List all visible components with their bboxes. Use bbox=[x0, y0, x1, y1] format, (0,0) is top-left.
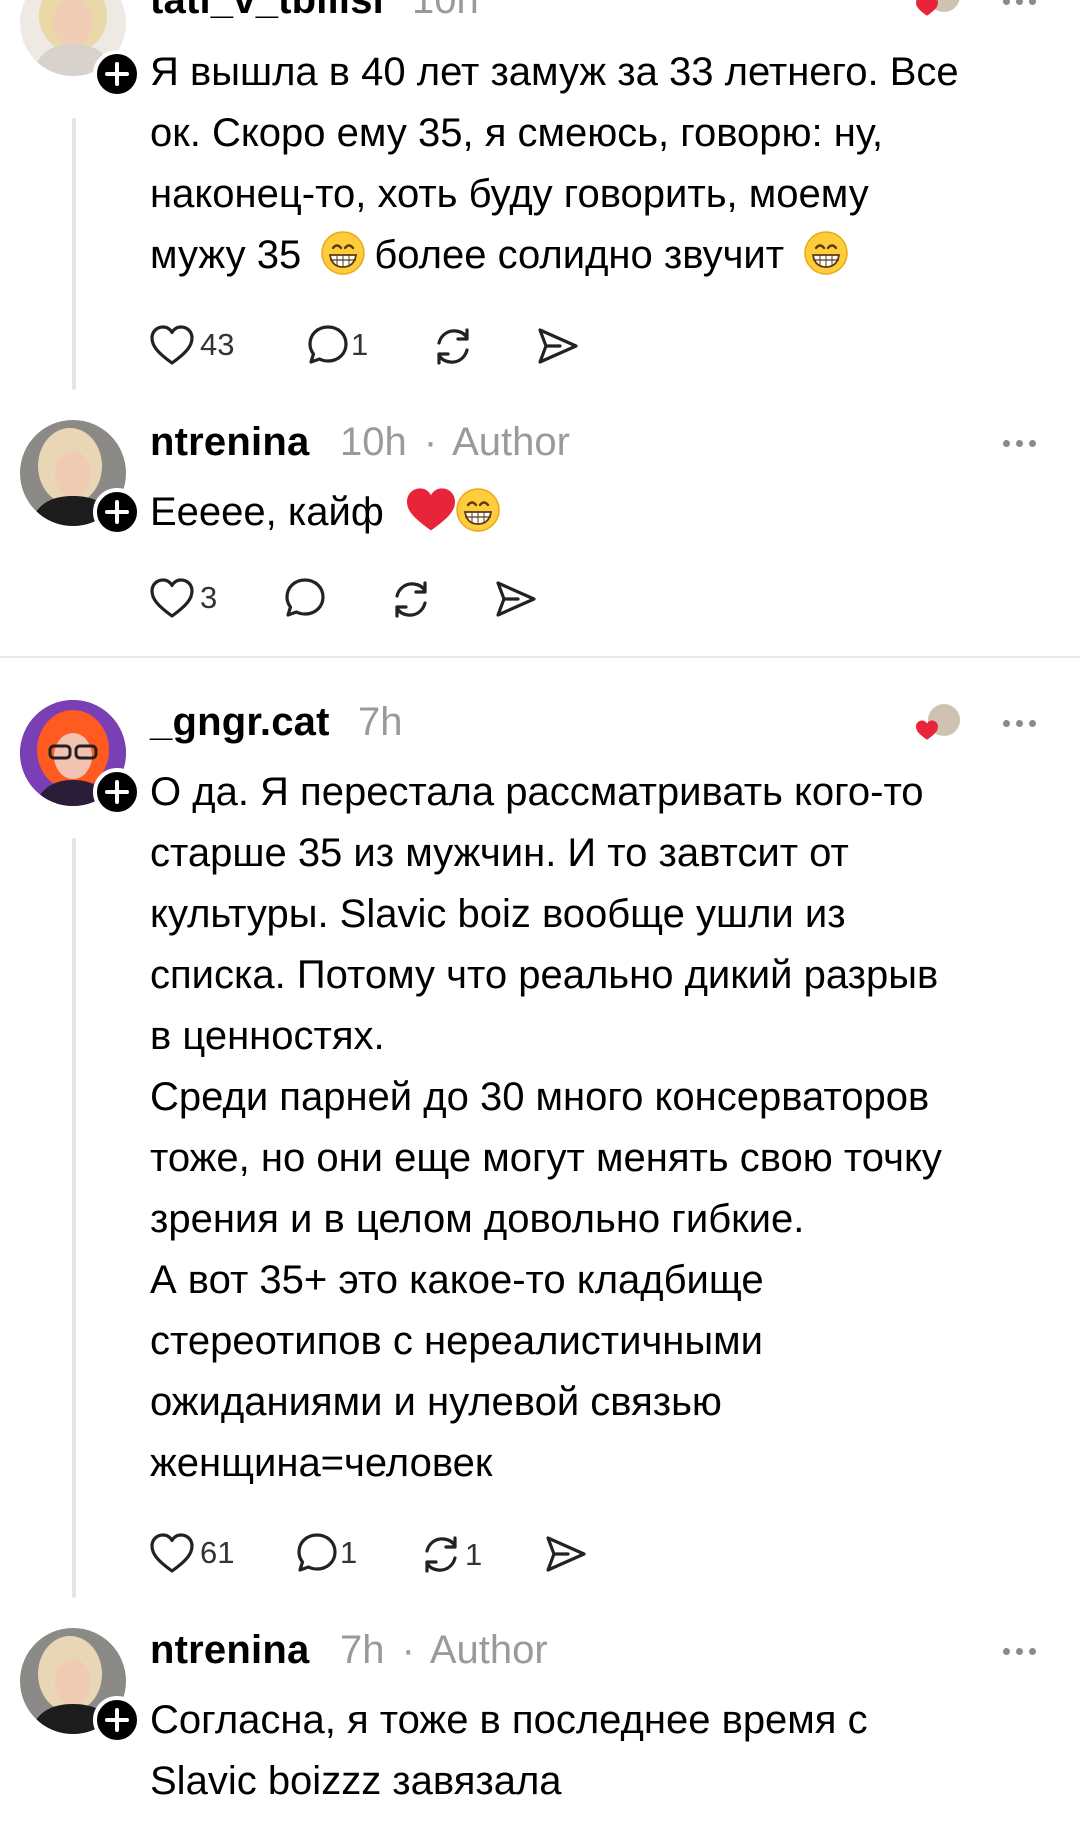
like-button[interactable]: 61 bbox=[150, 1533, 234, 1573]
timestamp: 7h · Author bbox=[340, 1628, 548, 1673]
comment-text: О да. Я перестала рассматривать кого-то … bbox=[150, 762, 1060, 1494]
username[interactable]: ntrenina bbox=[150, 1628, 309, 1673]
comment-line: мужу 35 bbox=[150, 233, 302, 277]
heart-outline-icon bbox=[150, 578, 194, 618]
more-dots-icon[interactable] bbox=[1003, 0, 1036, 5]
repost-button[interactable] bbox=[431, 326, 475, 367]
comment-line: списка. Потому что реально дикий разрыв bbox=[150, 953, 939, 997]
like-button[interactable]: 3 bbox=[150, 578, 217, 618]
red-heart-emoji bbox=[406, 488, 455, 531]
send-paper-plane-icon bbox=[546, 1536, 586, 1572]
comment-line: Slavic boizzz завязала bbox=[150, 1759, 562, 1803]
follow-plus-icon[interactable] bbox=[93, 50, 141, 98]
more-dots-icon[interactable] bbox=[1003, 720, 1036, 727]
like-count: 43 bbox=[200, 327, 235, 362]
like-button[interactable]: 43 bbox=[150, 325, 234, 365]
time-value: 7h bbox=[340, 1628, 385, 1672]
comment-line: культуры. Slavic boiz вообще ушли из bbox=[150, 892, 846, 936]
username[interactable]: ntrenina bbox=[150, 420, 309, 465]
author-liked-badge bbox=[912, 0, 964, 30]
comment-line: ожиданиями и нулевой связью bbox=[150, 1380, 722, 1424]
meta-separator: · bbox=[423, 420, 438, 464]
reply-button[interactable] bbox=[284, 577, 326, 618]
username[interactable]: tati_v_tbilisi bbox=[150, 0, 384, 23]
comment-line: О да. Я перестала рассматривать кого-то bbox=[150, 770, 924, 814]
repost-button[interactable]: 1 bbox=[419, 1534, 482, 1575]
follow-plus-icon[interactable] bbox=[93, 1696, 141, 1744]
comment-line: в ценностях. bbox=[150, 1014, 385, 1058]
comment-line: женщина=человек bbox=[150, 1441, 493, 1485]
username[interactable]: _gngr.cat bbox=[150, 700, 330, 745]
time-value: 10h bbox=[340, 420, 407, 464]
author-label: Author bbox=[452, 420, 570, 464]
comment-line: А вот 35+ это какое-то кладбище bbox=[150, 1258, 764, 1302]
repost-arrows-icon bbox=[425, 1536, 457, 1573]
heart-outline-icon bbox=[150, 325, 194, 365]
more-dots-icon[interactable] bbox=[1003, 1648, 1036, 1655]
timestamp: 7h bbox=[358, 700, 403, 744]
share-button[interactable] bbox=[536, 326, 580, 366]
reply-count: 1 bbox=[340, 1534, 358, 1570]
meta-separator: · bbox=[401, 1628, 415, 1672]
comment-bubble-icon bbox=[285, 578, 325, 617]
grinning-face-emoji bbox=[804, 230, 849, 276]
comment-text: Ееееe, кайф bbox=[150, 482, 1060, 543]
comment-line: более солидно звучит bbox=[374, 233, 785, 277]
grinning-face-emoji bbox=[321, 230, 366, 276]
reply-button[interactable]: 1 bbox=[296, 1532, 357, 1573]
comment-bubble-icon bbox=[308, 325, 348, 364]
follow-plus-icon[interactable] bbox=[93, 768, 141, 816]
repost-arrows-icon bbox=[437, 328, 469, 365]
comment-line: зрения и в целом довольно гибкие. bbox=[150, 1197, 805, 1241]
reply-button[interactable]: 1 bbox=[307, 324, 368, 365]
grinning-face-emoji bbox=[455, 487, 501, 533]
author-liked-badge bbox=[912, 700, 964, 752]
share-button[interactable] bbox=[494, 579, 538, 619]
comment-line: Согласна, я тоже в последнее время с bbox=[150, 1698, 868, 1742]
reply-count: 1 bbox=[351, 326, 369, 362]
thread-divider bbox=[0, 656, 1080, 658]
repost-count: 1 bbox=[465, 1536, 483, 1572]
comment-line: старше 35 из мужчин. И то завтсит от bbox=[150, 831, 849, 875]
comment-line: Ееееe, кайф bbox=[150, 490, 384, 534]
comment-text: Согласна, я тоже в последнее время с Sla… bbox=[150, 1690, 1060, 1812]
comment-line: стереотипов с нереалистичными bbox=[150, 1319, 763, 1363]
timestamp: 10h · Author bbox=[340, 420, 570, 465]
author-label: Author bbox=[429, 1628, 548, 1672]
heart-outline-icon bbox=[150, 1533, 194, 1573]
comment-line: ок. Скоро ему 35, я смеюсь, говорю: ну, bbox=[150, 111, 883, 155]
comment-line: Среди парней до 30 много консерваторов bbox=[150, 1075, 930, 1119]
share-button[interactable] bbox=[544, 1534, 588, 1574]
comment-text: Я вышла в 40 лет замуж за 33 летнего. Вс… bbox=[150, 42, 1060, 286]
like-count: 3 bbox=[200, 580, 218, 615]
comment-line: тоже, но они еще могут менять свою точку bbox=[150, 1136, 942, 1180]
like-count: 61 bbox=[200, 1535, 235, 1570]
comment-line: наконец-то, хоть буду говорить, моему bbox=[150, 172, 869, 216]
more-dots-icon[interactable] bbox=[1003, 440, 1036, 447]
comment-line: Я вышла в 40 лет замуж за 33 летнего. Вс… bbox=[150, 50, 959, 94]
send-paper-plane-icon bbox=[496, 581, 536, 617]
comment-bubble-icon bbox=[297, 1533, 337, 1572]
repost-button[interactable] bbox=[389, 579, 433, 620]
repost-arrows-icon bbox=[395, 581, 427, 618]
thread-line bbox=[72, 838, 76, 1598]
thread-line bbox=[72, 118, 76, 390]
timestamp: 10h bbox=[412, 0, 479, 22]
send-paper-plane-icon bbox=[538, 328, 578, 364]
follow-plus-icon[interactable] bbox=[93, 488, 141, 536]
